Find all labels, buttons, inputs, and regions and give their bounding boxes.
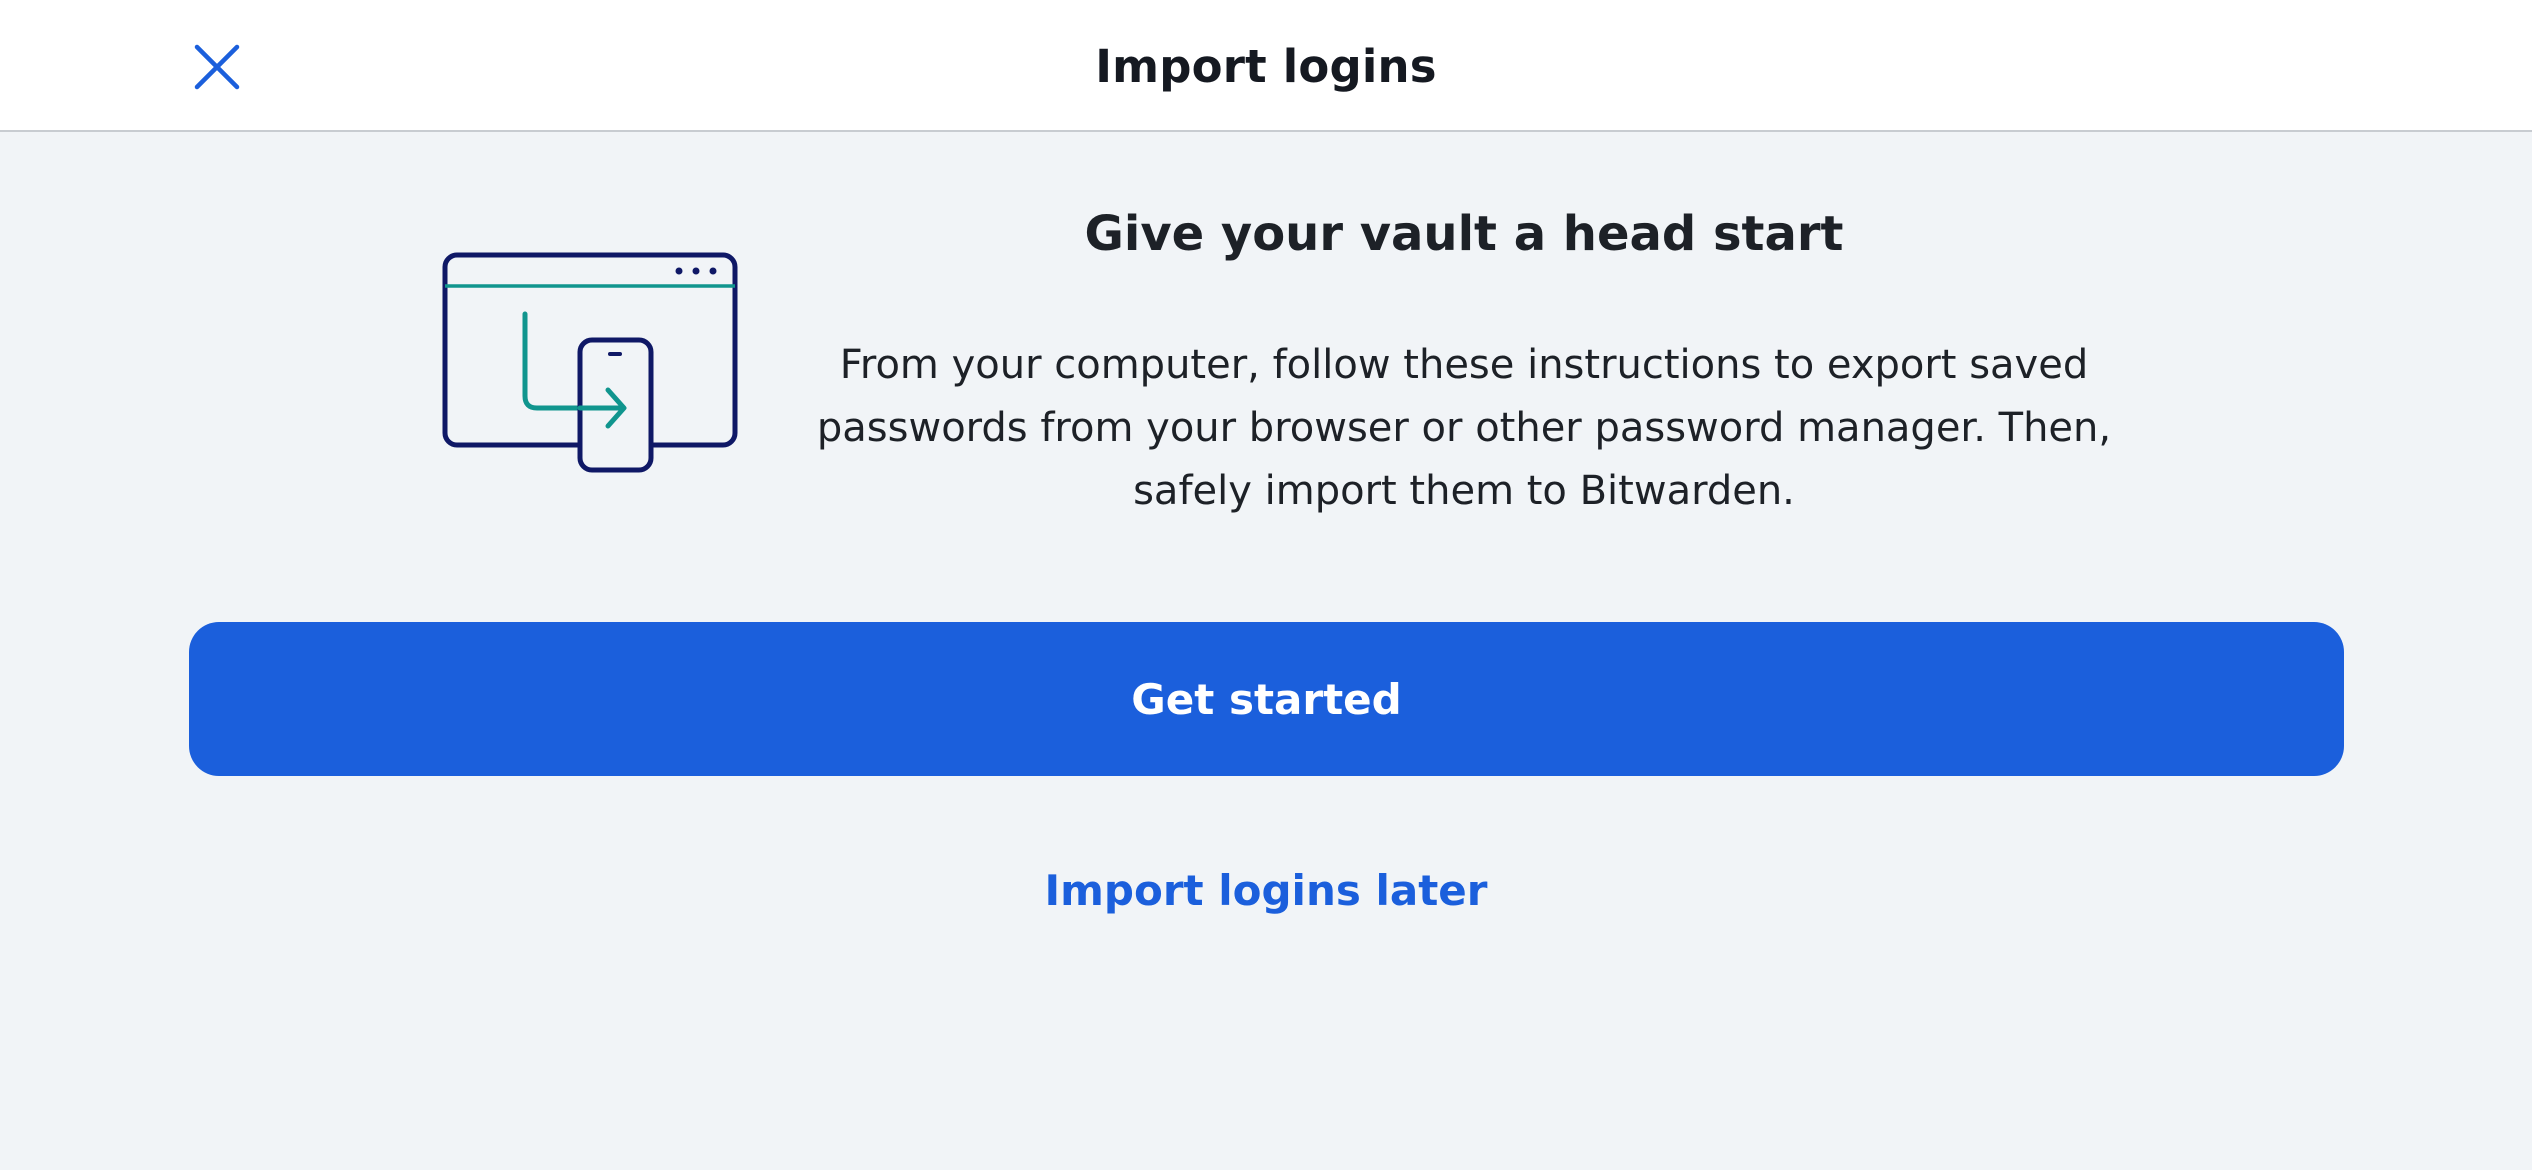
page-title: Import logins <box>1095 39 1437 93</box>
section-heading: Give your vault a head start <box>1084 206 1844 262</box>
get-started-button[interactable]: Get started <box>189 622 2344 776</box>
close-button[interactable] <box>186 36 248 98</box>
import-logins-later-link[interactable]: Import logins later <box>0 858 2532 922</box>
top-bar: Import logins <box>0 0 2532 132</box>
import-illustration <box>440 250 740 476</box>
close-icon <box>194 44 240 90</box>
instructions-text: From your computer, follow these instruc… <box>816 342 2112 514</box>
browser-to-phone-import-icon <box>442 252 738 473</box>
